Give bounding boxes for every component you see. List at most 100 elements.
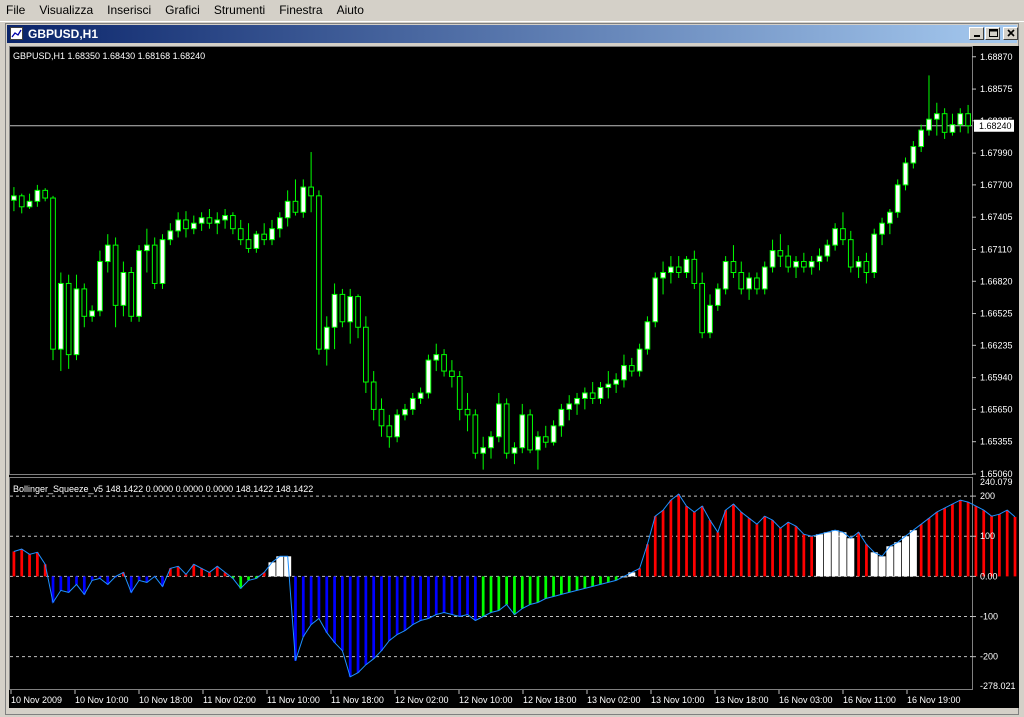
menu-finestra[interactable]: Finestra [273,0,330,21]
histogram-bar [831,530,839,577]
candle-body [89,310,95,317]
histogram-bar [747,518,751,577]
histogram-bar [716,532,720,577]
candle-body [50,197,56,350]
time-tick-label: 10 Nov 2009 [11,695,62,705]
histogram-bar [700,506,704,577]
candle-body [503,403,510,454]
candle-body [472,414,479,454]
close-icon[interactable] [1003,27,1018,40]
histogram-bar [473,576,477,621]
candle-body [660,271,666,279]
candle-body [355,296,361,328]
price-tick-label: 1.65650 [980,404,1013,414]
histogram-bar [301,576,305,637]
candle-body [128,271,135,317]
histogram-bar [520,576,524,609]
current-price-label: 1.68240 [979,121,1012,131]
price-tick-label: 1.67700 [980,180,1013,190]
candle-body [425,359,432,394]
histogram-bar [943,508,946,577]
histogram-bar [536,576,540,603]
candle-body [417,392,424,399]
candle-body [644,321,651,350]
histogram-bar [575,576,579,591]
time-tick-label: 13 Nov 18:00 [715,695,769,705]
indicator-tick-label: 0.00 [980,571,998,581]
candle-body [183,219,189,230]
candle-body [284,200,291,219]
minimize-icon[interactable] [969,27,984,40]
histogram-bar [200,568,203,577]
menu-aiuto[interactable]: Aiuto [331,0,372,21]
candle-body [316,195,322,350]
candle-body [769,250,776,268]
time-tick-label: 16 Nov 19:00 [907,695,961,705]
histogram-bar [794,526,798,577]
histogram-bar [823,532,831,577]
menu-visualizza[interactable]: Visualizza [33,0,101,21]
histogram-bar [567,576,571,593]
candle-body [159,239,166,284]
histogram-bar [870,552,878,577]
menu-inserisci[interactable]: Inserisci [101,0,159,21]
candle-body [464,408,471,416]
price-tick-label: 1.67110 [980,245,1012,255]
indicator-tick-label: -100 [980,612,998,622]
candle-body [308,186,314,197]
menu-strumenti[interactable]: Strumenti [208,0,273,21]
candle-body [699,282,706,334]
histogram-bar [1013,516,1017,577]
candle-body [323,326,330,350]
histogram-bar [513,576,516,615]
chart-window-icon [10,27,23,40]
candle-body [18,195,25,208]
candle-body [26,200,33,208]
histogram-bar [317,576,321,619]
menu-file[interactable]: File [0,0,33,21]
menu-grafici[interactable]: Grafici [159,0,208,21]
candle-body [535,436,541,451]
candle-body [738,271,745,290]
histogram-bar [958,500,962,577]
histogram-bar [341,576,344,651]
time-tick-label: 16 Nov 11:00 [843,695,896,705]
candle-body [488,436,494,449]
indicator-tick-label: 200 [980,491,995,501]
histogram-bar [552,576,555,597]
histogram-bar [505,576,509,605]
histogram-bar [481,576,485,617]
window-titlebar[interactable]: GBPUSD,H1 [7,25,1018,43]
candle-body [198,217,205,224]
candle-body [511,447,518,454]
time-tick-label: 10 Nov 18:00 [139,695,193,705]
chart-area[interactable]: 1.688701.685751.682851.679901.677001.674… [9,46,1019,708]
histogram-bar [560,576,563,595]
histogram-bar [886,546,894,577]
histogram-bar [708,520,712,577]
histogram-bar [450,576,454,615]
candle-body [714,288,721,306]
candle-body [409,397,416,410]
price-tick-label: 1.67990 [980,148,1013,158]
candle-body [918,129,925,148]
candle-body [144,244,150,252]
histogram-bar [36,552,39,577]
histogram-bar [755,524,759,577]
candle-body [808,261,815,268]
candle-body [597,386,604,399]
candle-body [957,113,964,126]
candle-body [902,162,909,186]
candle-body [605,383,612,388]
candle-body [926,118,932,131]
histogram-bar [268,562,276,577]
histogram-bar [309,576,313,625]
histogram-bar [685,506,688,577]
candle-body [190,222,197,230]
histogram-bar [646,544,649,577]
candle-body [683,258,690,273]
histogram-bar [489,576,493,613]
candle-body [81,288,88,317]
candle-body [793,261,799,268]
maximize-icon[interactable] [985,27,1000,40]
